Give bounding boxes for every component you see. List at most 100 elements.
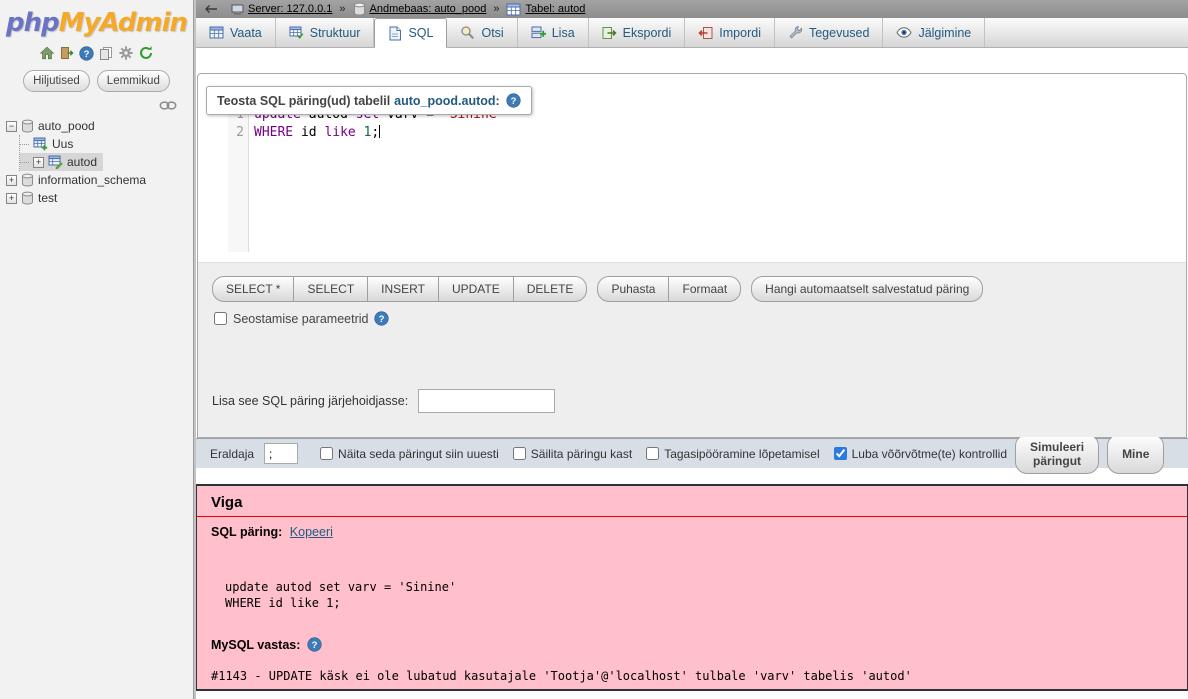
tab-otsi[interactable]: Otsi: [447, 18, 517, 47]
error-query-code: update autod set varv = 'Sinine'WHERE id…: [225, 579, 1173, 611]
sql-template-buttons: SELECT *SELECTINSERTUPDATEDELETE Puhasta…: [212, 276, 983, 302]
collapse-sidebar-icon[interactable]: [204, 4, 218, 14]
bookmark-input[interactable]: [418, 389, 555, 413]
svg-text:?: ?: [510, 96, 516, 107]
tab-lisa[interactable]: Lisa: [518, 18, 589, 47]
tab-label: SQL: [408, 26, 433, 40]
navigation-sidebar: phpMyAdmin ? Hiljutised Lemmikud − auto_p…: [0, 0, 193, 699]
checkbox-tagasip-ramine-l-petamisel[interactable]: [646, 447, 659, 460]
text-cursor: [379, 125, 380, 138]
delete-template-button[interactable]: DELETE: [513, 276, 588, 302]
simulate-query-button[interactable]: Simuleeri päringut: [1015, 434, 1099, 474]
checkbox-n-ita-seda-p-ringut-siin-uuesti[interactable]: [320, 447, 333, 460]
breadcrumb-tabel[interactable]: Tabel: autod: [506, 3, 585, 16]
tab-ekspordi[interactable]: Ekspordi: [589, 18, 686, 47]
help-icon[interactable]: ?: [506, 93, 521, 108]
breadcrumb-server[interactable]: Server: 127.0.0.1: [231, 3, 332, 15]
tab-label: Lisa: [552, 26, 575, 40]
link-icon[interactable]: [159, 100, 177, 111]
svg-text:?: ?: [312, 640, 318, 651]
error-code-line: update autod set varv = 'Sinine': [225, 579, 1173, 595]
tab-sql[interactable]: SQL: [374, 18, 447, 48]
export-icon: [602, 26, 617, 40]
breadcrumb-label: Tabel: autod: [525, 3, 585, 15]
checkbox-luba-v-rv-tme-te-kontrollid[interactable]: [834, 447, 847, 460]
error-title: Viga: [197, 486, 1187, 517]
tree-item-uus[interactable]: Uus: [20, 135, 79, 153]
sql-query-label: SQL päring:: [211, 525, 282, 539]
table-link[interactable]: auto_pood.autod: [394, 94, 495, 108]
tree-item-label: auto_pood: [38, 119, 95, 133]
exit-icon[interactable]: [59, 45, 75, 61]
collapse-toggle[interactable]: −: [6, 121, 17, 132]
tab-label: Otsi: [481, 26, 503, 40]
insert-template-button[interactable]: INSERT: [367, 276, 439, 302]
database-icon: [21, 119, 34, 133]
sql-file-icon: [388, 26, 402, 41]
delimiter-input[interactable]: [264, 443, 298, 464]
database-icon: [353, 2, 366, 16]
wrench-icon: [788, 25, 803, 40]
option-label: Näita seda päringut siin uuesti: [338, 447, 499, 461]
favorites-button[interactable]: Lemmikud: [97, 70, 170, 92]
query-panel-legend: Teosta SQL päring(ud) tabelil auto_pood.…: [206, 86, 532, 115]
option-luba-v-rv-tme-te-kontrollid: Luba võõrvõtme(te) kontrollid: [834, 447, 1007, 461]
table-edit-icon: [48, 155, 63, 169]
tab-tegevused[interactable]: Tegevused: [775, 18, 883, 47]
docs-icon[interactable]: [98, 45, 114, 61]
logo-php: php: [6, 8, 59, 38]
puhasta-button[interactable]: Puhasta: [597, 276, 669, 302]
error-message: #1143 - UPDATE käsk ei ole lubatud kasut…: [211, 669, 1173, 683]
expand-toggle[interactable]: +: [33, 157, 44, 168]
codemirror-editor[interactable]: 12 update autod set varv = 'Sinine'WHERE…: [228, 106, 1171, 252]
new-table-icon: [33, 137, 48, 151]
tree-item-autod[interactable]: +autod: [20, 153, 103, 171]
editor-code[interactable]: update autod set varv = 'Sinine'WHERE id…: [249, 106, 505, 252]
sidebar-toolbar: ?: [0, 45, 193, 61]
formaat-button[interactable]: Formaat: [668, 276, 741, 302]
settings-icon[interactable]: [118, 45, 134, 61]
error-panel: Viga SQL päring: Kopeeri update autod se…: [196, 484, 1188, 691]
tree-item-label: information_schema: [38, 173, 146, 187]
get-saved-query-button[interactable]: Hangi automaatselt salvestatud päring: [751, 276, 983, 302]
refresh-icon[interactable]: [138, 45, 154, 61]
tree-item-label: test: [38, 191, 57, 205]
copy-query-link[interactable]: Kopeeri: [290, 525, 333, 539]
server-icon: [231, 4, 244, 15]
tab-j-lgimine[interactable]: Jälgimine: [883, 18, 985, 47]
tab-impordi[interactable]: Impordi: [685, 18, 775, 47]
checkbox-s-ilita-p-ringu-kast[interactable]: [513, 447, 526, 460]
bind-parameters-checkbox[interactable]: [214, 312, 227, 325]
breadcrumb-andmebaas[interactable]: Andmebaas: auto_pood: [353, 2, 487, 16]
go-button[interactable]: Mine: [1107, 434, 1164, 474]
bookmark-row: Lisa see SQL päring järjehoidjasse:: [212, 389, 555, 413]
tab-label: Vaata: [230, 26, 262, 40]
code-line: WHERE id like 1;: [254, 124, 505, 142]
tree-item-information-schema[interactable]: + information_schema: [6, 171, 152, 189]
help-icon[interactable]: ?: [307, 637, 322, 652]
help-icon[interactable]: ?: [374, 311, 389, 326]
tab-vaata[interactable]: Vaata: [196, 18, 276, 47]
table-icon: [506, 3, 521, 16]
update-template-button[interactable]: UPDATE: [438, 276, 514, 302]
option-tagasip-ramine-l-petamisel: Tagasipööramine lõpetamisel: [646, 447, 819, 461]
panel-link-row: [0, 100, 193, 111]
bind-parameters-label: Seostamise parameetrid: [233, 312, 368, 326]
delimiter-label: Eraldaja: [210, 447, 254, 461]
recents-button[interactable]: Hiljutised: [23, 70, 90, 92]
home-icon[interactable]: [39, 45, 55, 61]
select-template-button[interactable]: SELECT *: [212, 276, 294, 302]
search-icon: [460, 25, 475, 40]
query-toolbar-section: SELECT *SELECTINSERTUPDATEDELETE Puhasta…: [198, 262, 1186, 437]
tree-item-auto-pood[interactable]: − auto_pood: [6, 117, 101, 135]
expand-toggle[interactable]: +: [6, 175, 17, 186]
phpmyadmin-logo[interactable]: phpMyAdmin: [0, 8, 193, 38]
expand-toggle[interactable]: +: [6, 193, 17, 204]
breadcrumb-separator: »: [339, 3, 345, 15]
tab-label: Ekspordi: [623, 26, 672, 40]
select-template-button[interactable]: SELECT: [293, 276, 368, 302]
help-icon[interactable]: ?: [79, 45, 94, 61]
tree-item-test[interactable]: + test: [6, 189, 63, 207]
tree-connector: [20, 162, 29, 163]
tab-struktuur[interactable]: Struktuur: [276, 18, 375, 47]
